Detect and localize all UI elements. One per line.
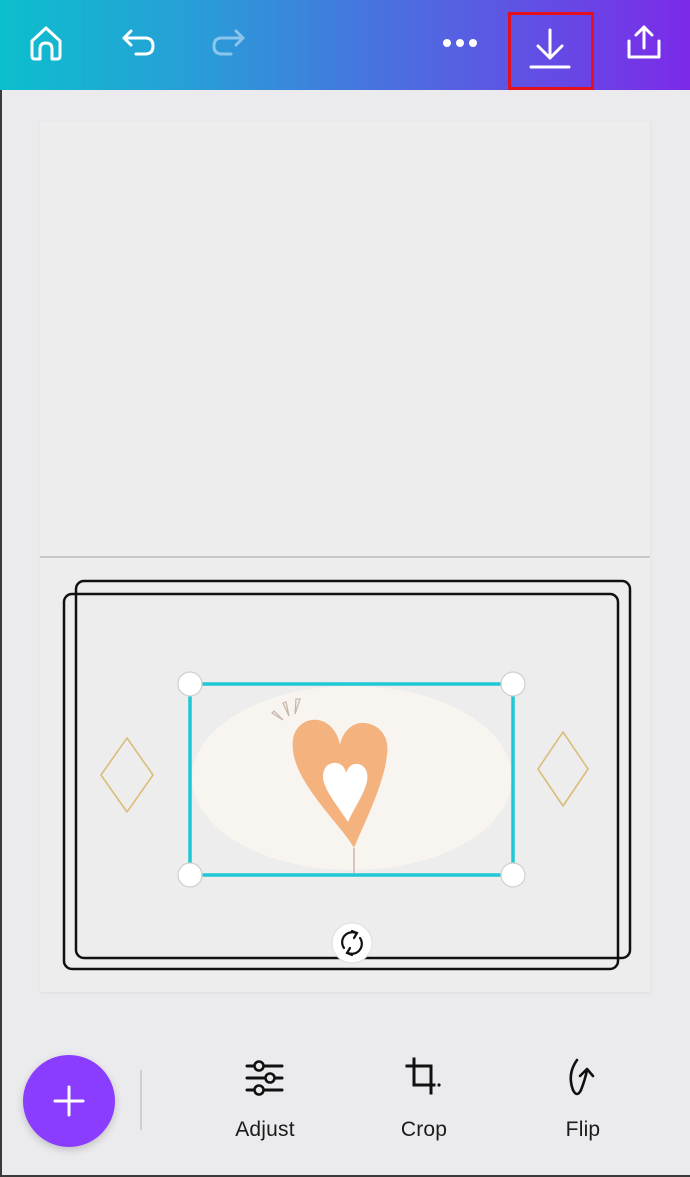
- resize-handle-top-left[interactable]: [177, 671, 203, 697]
- toolbar-divider: [140, 1070, 142, 1130]
- adjust-tool-button[interactable]: Adjust: [210, 1050, 320, 1150]
- diamond-right[interactable]: [537, 731, 589, 807]
- resize-handle-bottom-right[interactable]: [500, 862, 526, 888]
- rotate-handle[interactable]: [331, 922, 373, 964]
- adjust-label: Adjust: [235, 1118, 295, 1141]
- add-element-button[interactable]: [23, 1055, 115, 1147]
- page-2-artwork: [62, 579, 632, 971]
- crop-icon: [405, 1057, 441, 1095]
- diamond-left[interactable]: [100, 737, 154, 813]
- resize-handle-top-right[interactable]: [500, 671, 526, 697]
- flip-icon: [569, 1058, 595, 1096]
- resize-handle-bottom-left[interactable]: [177, 862, 203, 888]
- crop-tool-button[interactable]: Crop: [369, 1050, 479, 1150]
- flip-tool-button[interactable]: Flip: [528, 1050, 638, 1150]
- plus-icon: [53, 1085, 85, 1117]
- sliders-icon: [245, 1060, 284, 1096]
- flip-label: Flip: [565, 1118, 601, 1141]
- crop-label: Crop: [400, 1118, 448, 1141]
